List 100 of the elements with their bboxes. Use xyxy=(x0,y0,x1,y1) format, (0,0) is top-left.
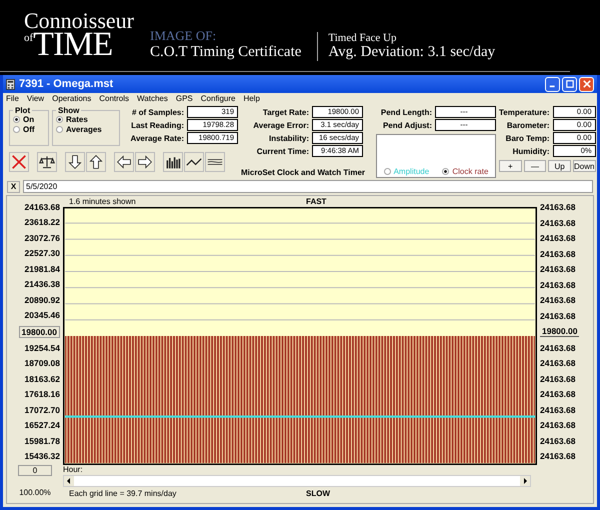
axis-label: 23618.22 xyxy=(24,217,60,228)
logo-text: of xyxy=(24,34,34,44)
calculator-icon xyxy=(6,78,15,90)
baseline-label: 19800.00 xyxy=(540,326,580,337)
stat-label: Humidity: xyxy=(512,146,550,156)
axis-label: 18709.08 xyxy=(24,358,60,368)
menu-item[interactable]: Watches xyxy=(137,94,168,103)
axis-label: 20345.46 xyxy=(24,310,60,320)
logo-text: Connoisseur xyxy=(24,10,134,30)
up-arrow-button[interactable] xyxy=(86,152,106,172)
app-name: MicroSet Clock and Watch Timer xyxy=(241,168,363,178)
bar-chart-button[interactable] xyxy=(163,152,183,172)
horizontal-scrollbar[interactable] xyxy=(63,475,531,487)
time-span-label: 1.6 minutes shown xyxy=(68,197,137,206)
step-button[interactable]: Down xyxy=(572,160,596,172)
maximize-button[interactable] xyxy=(562,76,577,92)
scale-button[interactable] xyxy=(37,152,57,172)
radio-option[interactable]: Clock rate xyxy=(442,167,488,176)
axis-label: 24163.68 xyxy=(540,280,576,290)
group-title: Plot xyxy=(14,106,32,115)
mode-label: Clock rate xyxy=(452,167,488,176)
radio-option[interactable]: Off xyxy=(13,125,45,134)
stat-label: Target Rate: xyxy=(262,108,309,116)
scroll-right-icon[interactable] xyxy=(520,476,530,486)
axis-label: 22527.30 xyxy=(24,248,60,258)
certificate-title: C.O.T Timing Certificate xyxy=(150,44,302,61)
step-button[interactable]: Up xyxy=(548,160,571,172)
axis-label: 18163.62 xyxy=(24,374,60,384)
position-label: Timed Face Up xyxy=(328,32,398,44)
step-button[interactable]: + xyxy=(499,160,522,172)
step-button[interactable]: — xyxy=(524,160,546,172)
caption-label: IMAGE OF: xyxy=(150,28,218,44)
axis-label: 24163.68 xyxy=(540,218,576,228)
axis-label: 24163.68 xyxy=(540,310,576,320)
slow-label: SLOW xyxy=(306,489,330,498)
stat-label: Temperature: xyxy=(499,108,550,116)
axis-label: 17618.16 xyxy=(24,389,60,400)
menu-item[interactable]: GPS xyxy=(176,94,193,103)
baseline-button[interactable]: 19800.00 xyxy=(18,326,60,338)
minimize-button[interactable] xyxy=(545,76,560,92)
left-arrow-button[interactable] xyxy=(114,152,134,172)
menu-item[interactable]: File xyxy=(6,94,19,103)
logo-text: TIME xyxy=(33,30,112,61)
radio-option[interactable]: Rates xyxy=(56,115,116,124)
menu-item[interactable]: Help xyxy=(243,94,260,103)
axis-label: 24163.68 xyxy=(540,436,576,446)
radio-button[interactable] xyxy=(13,126,20,133)
menu-item[interactable]: Controls xyxy=(99,94,130,103)
axis-label: 24163.68 xyxy=(540,342,576,352)
axis-label: 21436.38 xyxy=(24,279,60,290)
radio-option[interactable]: Averages xyxy=(56,125,116,134)
group-title: Show xyxy=(57,106,80,115)
radio-button[interactable] xyxy=(13,116,20,123)
axis-label: 24163.68 xyxy=(24,202,60,212)
scroll-left-icon[interactable] xyxy=(64,476,74,486)
hour-button[interactable]: 0 xyxy=(18,465,52,476)
axis-label: 24163.68 xyxy=(540,374,576,384)
axis-label: 17072.70 xyxy=(24,404,60,415)
window-title: 7391 - Omega.mst xyxy=(19,78,114,90)
stat-label: Pend Adjust: xyxy=(382,120,432,130)
hour-label: Hour: xyxy=(63,465,83,474)
radio-button[interactable] xyxy=(56,116,63,123)
menu-item[interactable]: View xyxy=(26,94,44,103)
menu-item[interactable]: Configure xyxy=(200,94,236,103)
close-button[interactable]: X xyxy=(7,180,20,192)
stat-label: Last Reading: xyxy=(131,120,184,130)
mode-label: Amplitude xyxy=(394,167,430,176)
axis-label: 24163.68 xyxy=(540,233,576,243)
zoom-label: 100.00% xyxy=(19,488,51,497)
axis-label: 16527.24 xyxy=(24,420,60,430)
close-icon xyxy=(582,80,590,88)
axis-label: 24163.68 xyxy=(540,389,576,399)
stat-label: Average Rate: xyxy=(130,134,184,142)
down-arrow-button[interactable] xyxy=(65,152,85,172)
axis-label: 15981.78 xyxy=(24,436,60,446)
line-chart-button[interactable] xyxy=(184,152,204,172)
stat-label: Instability: xyxy=(268,134,309,142)
axis-label: 19254.54 xyxy=(24,342,60,353)
delete-button[interactable] xyxy=(9,152,29,172)
stat-label: Current Time: xyxy=(256,146,309,156)
stat-label: Baro Temp: xyxy=(506,134,550,142)
fast-label: FAST xyxy=(306,197,326,206)
menu-item[interactable]: Operations xyxy=(52,94,92,103)
radio-button[interactable] xyxy=(384,168,391,175)
date-field[interactable]: 5/5/2020 xyxy=(23,180,593,193)
radio-button[interactable] xyxy=(56,126,63,133)
grid-note: Each grid line = 39.7 mins/day xyxy=(68,489,178,498)
axis-label: 24163.68 xyxy=(540,248,576,258)
radio-button[interactable] xyxy=(442,168,450,175)
average-lines-button[interactable] xyxy=(205,152,225,172)
deviation-text: Avg. Deviation: 3.1 sec/day xyxy=(328,44,496,61)
stat-label: Pend Length: xyxy=(380,108,432,116)
right-arrow-button[interactable] xyxy=(135,152,155,172)
axis-label: 24163.68 xyxy=(540,420,576,430)
close-button[interactable] xyxy=(579,76,594,92)
axis-label: 15436.32 xyxy=(24,451,60,461)
axis-label: 24163.68 xyxy=(540,451,576,461)
radio-option[interactable]: On xyxy=(13,115,45,124)
axis-label: 20890.92 xyxy=(24,294,60,305)
axis-label: 21981.84 xyxy=(24,264,60,274)
